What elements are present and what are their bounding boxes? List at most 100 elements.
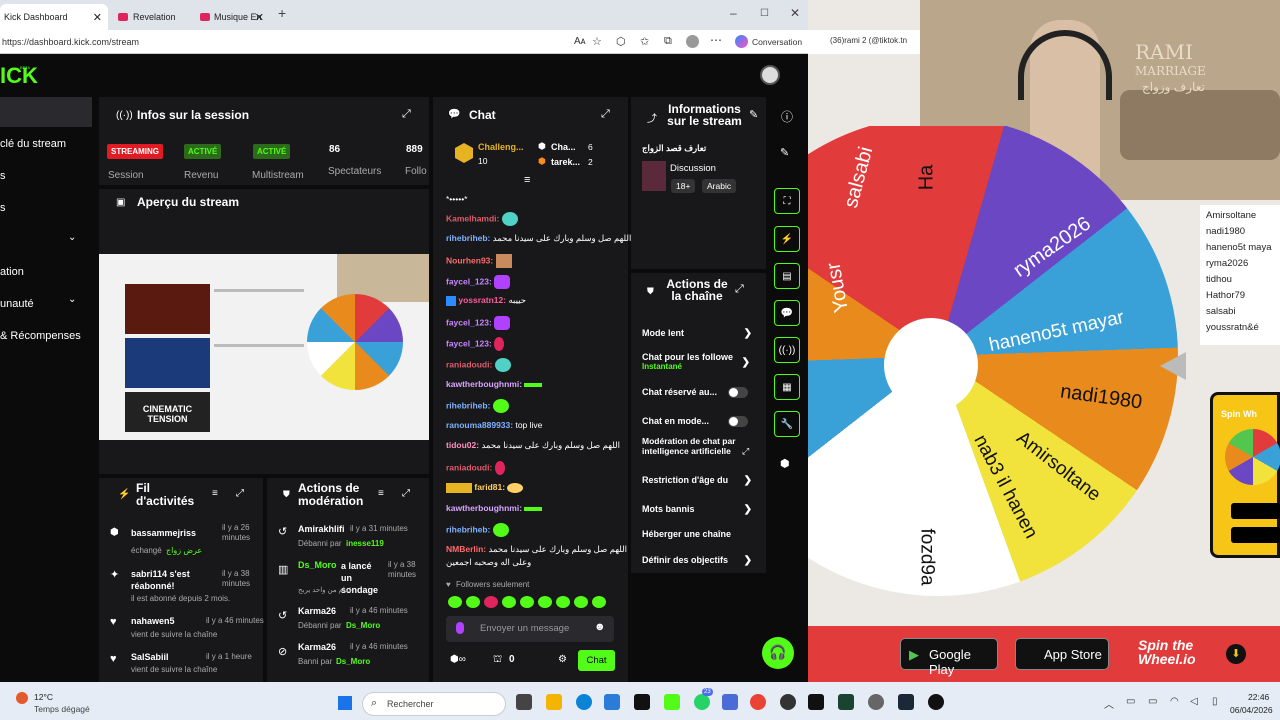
pinned-menu-icon[interactable]: ≡ — [524, 174, 530, 186]
chat-username[interactable]: rihebriheb: — [446, 233, 490, 243]
copilot-icon[interactable] — [735, 35, 748, 48]
taskbar-search[interactable]: ⌕ Rechercher — [362, 692, 506, 716]
chevron-down-icon[interactable]: ⌄ — [68, 294, 76, 305]
expand-icon[interactable]: ⤢ — [236, 488, 244, 499]
close-tab-icon[interactable]: ✕ — [93, 11, 102, 24]
whatsapp-icon[interactable] — [694, 694, 710, 710]
chat-username[interactable]: kawtherboughnmi: — [446, 503, 522, 513]
filter-icon[interactable]: ≡ — [378, 488, 384, 499]
chat-username[interactable]: yossratn12: — [458, 295, 506, 305]
mod-user[interactable]: Ds_Moro — [298, 560, 337, 570]
google-play-button[interactable]: ▶ Google Play — [900, 638, 998, 677]
sidebar-item-2[interactable]: s — [0, 170, 6, 182]
address-bar[interactable]: https://dashboard.kick.com/stream Aᴀ ☆ ⬡… — [0, 30, 808, 54]
chat-username[interactable]: Nourhen93: — [446, 255, 493, 265]
weather-desc[interactable]: Temps dégagé — [34, 704, 90, 714]
mod-by[interactable]: Ds_Moro — [336, 657, 370, 666]
windows-start-icon[interactable] — [338, 696, 352, 710]
sidebar-item-creation[interactable]: ation — [0, 266, 24, 278]
tab-kick-dashboard[interactable]: Kick Dashboard ✕ — [0, 4, 108, 30]
entry-item[interactable]: ryma2026 — [1206, 256, 1280, 272]
more-menu-icon[interactable]: ⋯ — [710, 33, 722, 47]
wrench-icon[interactable]: 🔧 — [774, 411, 800, 437]
favorites-icon[interactable]: ✩ — [640, 35, 649, 48]
search-placeholder[interactable]: Rechercher — [387, 699, 434, 709]
chat-username[interactable]: Kamelhamdi: — [446, 213, 499, 223]
close-window-icon[interactable]: ✕ — [790, 6, 800, 20]
task-view-icon[interactable] — [516, 694, 532, 710]
sidebar-active-item[interactable] — [0, 97, 92, 127]
external-link-icon[interactable]: ⤢ — [742, 446, 749, 457]
entry-item[interactable]: Amirsoltane — [1206, 208, 1280, 224]
clock-time[interactable]: 22:46 — [1248, 692, 1269, 702]
tiktok-icon[interactable] — [808, 694, 824, 710]
chat-send-button[interactable]: Chat — [578, 650, 615, 671]
emote-icon[interactable] — [466, 596, 480, 608]
expand-icon[interactable]: ⤢ — [402, 488, 410, 499]
chat-username[interactable]: farid81: — [474, 482, 505, 492]
emote-icon[interactable] — [448, 596, 462, 608]
entry-item[interactable]: youssratn&é — [1206, 320, 1280, 336]
chat-username[interactable]: faycel_123: — [446, 317, 492, 327]
read-aloud-icon[interactable]: Aᴀ — [574, 36, 586, 47]
emote-bar[interactable] — [448, 596, 616, 608]
clock-date[interactable]: 06/04/2026 — [1230, 705, 1273, 715]
expand-icon[interactable]: ⤢ — [735, 283, 744, 296]
weather-temp[interactable]: 12°C — [34, 692, 53, 702]
tray-icon[interactable]: ▭ — [1126, 696, 1135, 707]
tray-icon[interactable]: ▭ — [1148, 696, 1157, 707]
chat-username[interactable]: raniadoudi: — [446, 359, 492, 369]
new-tab-icon[interactable]: + — [278, 5, 286, 21]
leaderboard-user[interactable]: Cha... — [551, 142, 576, 152]
chat-username[interactable]: raniadoudi: — [446, 462, 492, 472]
maximize-icon[interactable]: ☐ — [760, 8, 769, 19]
edit-icon[interactable]: ✎ — [780, 146, 789, 159]
close-tab-icon[interactable]: ✕ — [255, 11, 264, 24]
filter-icon[interactable]: ≡ — [212, 488, 218, 499]
emote-icon[interactable] — [520, 596, 534, 608]
mod-user[interactable]: Karma26 — [298, 642, 336, 652]
activity-user[interactable]: nahawen5 — [131, 616, 175, 626]
action-slow-mode[interactable]: Mode lent ❯ — [642, 328, 752, 339]
lightning-icon[interactable]: ⚡ — [774, 226, 800, 252]
file-explorer-icon[interactable] — [546, 694, 562, 710]
action-followers-chat[interactable]: Chat pour les followe ❯ Instantané — [642, 352, 750, 371]
edge-icon[interactable] — [576, 694, 592, 710]
sidebar-item-3[interactable]: s — [0, 202, 6, 214]
action-banned-words[interactable]: Mots bannis ❯ — [642, 504, 752, 515]
chat-username[interactable]: rihebriheb: — [446, 524, 490, 534]
kick-logo[interactable]: ICK — [0, 63, 38, 89]
activity-user[interactable]: bassammejriss — [131, 528, 196, 538]
challenge-label[interactable]: Challeng... — [478, 142, 524, 152]
category-label[interactable]: Discussion — [670, 163, 716, 174]
chat-username[interactable]: faycel_123: — [446, 276, 492, 286]
chat-username[interactable]: faycel_123: — [446, 338, 492, 348]
users-icon[interactable]: ⬢∞ — [450, 654, 466, 665]
emote-icon[interactable] — [502, 596, 516, 608]
chrome-icon[interactable] — [750, 694, 766, 710]
chat-input-placeholder[interactable]: Envoyer un message — [480, 623, 569, 634]
chat-username[interactable]: rihebriheb: — [446, 400, 490, 410]
weather-icon[interactable] — [16, 692, 28, 704]
collections-icon[interactable]: ⧉ — [664, 35, 672, 48]
favorite-star-icon[interactable]: ☆ — [592, 35, 602, 48]
entry-item[interactable]: haneno5t maya — [1206, 240, 1280, 256]
profile-avatar-icon[interactable] — [686, 35, 699, 48]
volume-icon[interactable]: ◁ — [1190, 696, 1198, 707]
chat-icon[interactable]: 💬 — [774, 300, 800, 326]
toggle-switch[interactable] — [728, 416, 748, 427]
mod-user[interactable]: Amirakhlifi — [298, 524, 345, 534]
action-host-channel[interactable]: Héberger une chaîne — [642, 529, 752, 539]
obs-icon[interactable] — [780, 694, 796, 710]
sidebar-item-stream-key[interactable]: clé du stream — [0, 138, 66, 150]
edit-pencil-icon[interactable]: ✎ — [749, 108, 758, 121]
wifi-icon[interactable]: ◠ — [1170, 696, 1179, 707]
entry-item[interactable]: salsabi — [1206, 304, 1280, 320]
entries-list[interactable]: Amirsoltane nadi1980 haneno5t maya ryma2… — [1200, 205, 1280, 345]
chat-username[interactable]: NMBerlin: — [446, 544, 486, 554]
chat-username[interactable]: ranouma889933: — [446, 420, 513, 430]
mod-user[interactable]: Karma26 — [298, 606, 336, 616]
users-icon[interactable]: ⬢ — [780, 457, 790, 470]
tab-musique[interactable]: Musique En ✕ — [196, 4, 266, 30]
calendar-icon[interactable]: ▦ — [774, 374, 800, 400]
